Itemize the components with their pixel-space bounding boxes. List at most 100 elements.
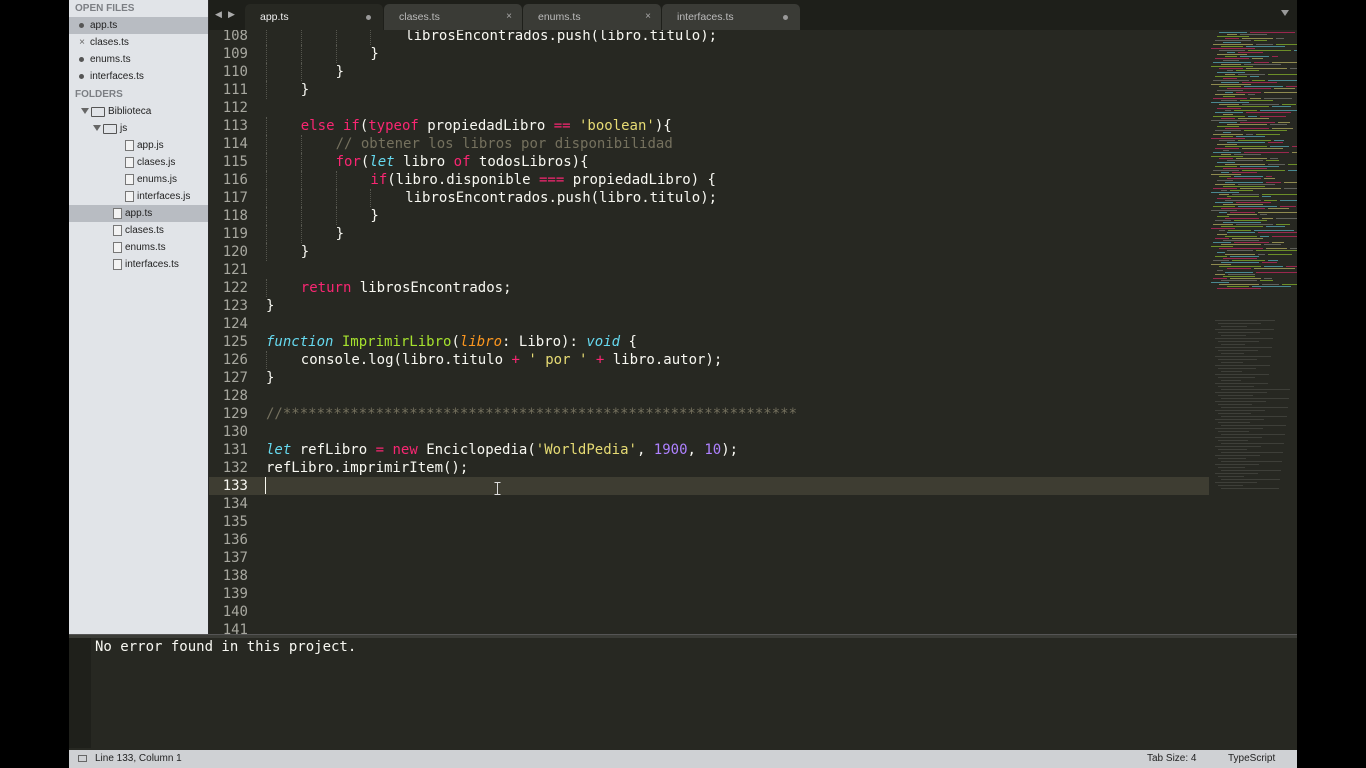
code-text: for(let libro of todosLibros){	[336, 153, 589, 171]
minimap-line	[1272, 106, 1291, 107]
minimap-line	[1238, 140, 1271, 141]
open-file-item[interactable]: × clases.ts	[69, 34, 208, 51]
minimap-line	[1221, 244, 1261, 245]
tab[interactable]: app.ts	[245, 4, 383, 30]
modified-dot-icon[interactable]	[783, 15, 788, 20]
minimap-line	[1221, 46, 1243, 47]
tree-item[interactable]: clases.ts	[69, 222, 208, 239]
tree-item[interactable]: clases.js	[69, 154, 208, 171]
status-syntax[interactable]: TypeScript	[1228, 750, 1275, 768]
line-number: 130	[222, 424, 248, 440]
minimap-line	[1227, 178, 1261, 179]
close-icon[interactable]: ×	[506, 4, 512, 30]
code-text: if(libro.disponible === propiedadLibro) …	[370, 171, 716, 189]
minimap-line	[1213, 170, 1239, 171]
line-number: 122	[222, 280, 248, 296]
code-token: else if	[300, 118, 360, 134]
tab[interactable]: enums.ts ×	[523, 4, 661, 30]
minimap-line	[1225, 200, 1261, 201]
code-token: (libro.disponible	[387, 172, 539, 188]
status-tab-size[interactable]: Tab Size: 4	[1147, 750, 1196, 768]
code-line: 122 return librosEncontrados;	[209, 279, 1209, 297]
minimap-line	[1230, 190, 1253, 191]
indent-guide	[335, 207, 337, 225]
line-number: 123	[222, 298, 248, 314]
tree-item-label: app.ts	[125, 208, 153, 219]
modified-dot-icon[interactable]	[366, 15, 371, 20]
indent-guide	[266, 117, 267, 135]
open-file-item[interactable]: interfaces.ts	[69, 68, 208, 85]
minimap-line	[1276, 224, 1290, 225]
tree-item-label: app.js	[137, 140, 164, 151]
line-number: 113	[222, 118, 248, 134]
code-line: 114 // obtener los libros por disponibili…	[209, 135, 1209, 153]
disclosure-triangle-icon[interactable]	[80, 106, 90, 116]
minimap-line	[1221, 326, 1247, 327]
open-file-item[interactable]: enums.ts	[69, 51, 208, 68]
indent-guide	[335, 30, 337, 45]
tree-item-label: interfaces.js	[137, 191, 191, 202]
minimap-line	[1280, 206, 1296, 207]
code-token: 'boolean'	[578, 118, 655, 134]
tab-forward-icon[interactable]: ▶	[228, 9, 235, 20]
minimap-line	[1227, 250, 1253, 251]
tree-item[interactable]: interfaces.js	[69, 188, 208, 205]
minimap-line	[1223, 258, 1257, 259]
tree-item[interactable]: app.js	[69, 137, 208, 154]
code-token: libro	[459, 334, 503, 350]
minimap-line	[1270, 146, 1289, 147]
minimap-line	[1242, 38, 1273, 39]
tab-back-icon[interactable]: ◀	[215, 9, 222, 20]
open-file-item[interactable]: app.ts	[69, 17, 208, 34]
disclosure-triangle-icon[interactable]	[92, 123, 102, 133]
minimap-line	[1244, 64, 1281, 65]
minimap-line	[1272, 56, 1278, 57]
tree-item[interactable]: enums.ts	[69, 239, 208, 256]
minimap-line	[1221, 226, 1263, 227]
code-line: 123}	[209, 297, 1209, 315]
minimap-line	[1227, 106, 1269, 107]
tree-item[interactable]: js	[69, 120, 208, 137]
minimap-line	[1225, 182, 1263, 183]
tab[interactable]: interfaces.ts	[662, 4, 800, 30]
file-icon	[125, 157, 134, 168]
minimap-line	[1213, 260, 1229, 261]
code-token: propiedadLibro) {	[564, 172, 716, 188]
code-line: 133	[209, 477, 1209, 495]
tab[interactable]: clases.ts ×	[384, 4, 522, 30]
minimap[interactable]	[1209, 30, 1297, 634]
indent-guide	[335, 171, 337, 189]
panel-toggle-icon[interactable]	[78, 755, 87, 762]
tab-label: enums.ts	[538, 11, 581, 23]
modified-dot-icon[interactable]	[79, 23, 84, 28]
minimap-line	[1230, 212, 1255, 213]
code-line: 132 refLibro.imprimirItem();	[209, 459, 1209, 477]
code-line: 111}	[209, 81, 1209, 99]
tree-item[interactable]: enums.js	[69, 171, 208, 188]
minimap-line	[1218, 476, 1244, 477]
modified-dot-icon[interactable]	[79, 57, 84, 62]
close-icon[interactable]: ×	[645, 4, 651, 30]
minimap-line	[1218, 359, 1257, 360]
minimap-line	[1221, 353, 1244, 354]
minimap-line	[1213, 134, 1243, 135]
minimap-line	[1234, 242, 1269, 243]
close-icon[interactable]: ×	[77, 34, 87, 51]
minimap-line	[1213, 152, 1241, 153]
code-line: 112	[209, 99, 1209, 117]
code-editor[interactable]: 108 librosEncontrados.push(libro.titulo);…	[209, 30, 1209, 634]
minimap-line	[1256, 250, 1297, 251]
code-token: );	[721, 442, 739, 458]
code-text: }	[336, 63, 344, 81]
minimap-line	[1278, 122, 1290, 123]
tab-overflow-icon[interactable]	[1281, 10, 1289, 16]
modified-dot-icon[interactable]	[79, 74, 84, 79]
tree-item[interactable]: Biblioteca	[69, 103, 208, 120]
minimap-line	[1236, 158, 1267, 159]
file-icon	[113, 259, 122, 270]
minimap-line	[1213, 116, 1245, 117]
tree-item[interactable]: interfaces.ts	[69, 256, 208, 273]
tree-item[interactable]: app.ts	[69, 205, 208, 222]
code-line: 125 function ImprimirLibro(libro: Libro):…	[209, 333, 1209, 351]
